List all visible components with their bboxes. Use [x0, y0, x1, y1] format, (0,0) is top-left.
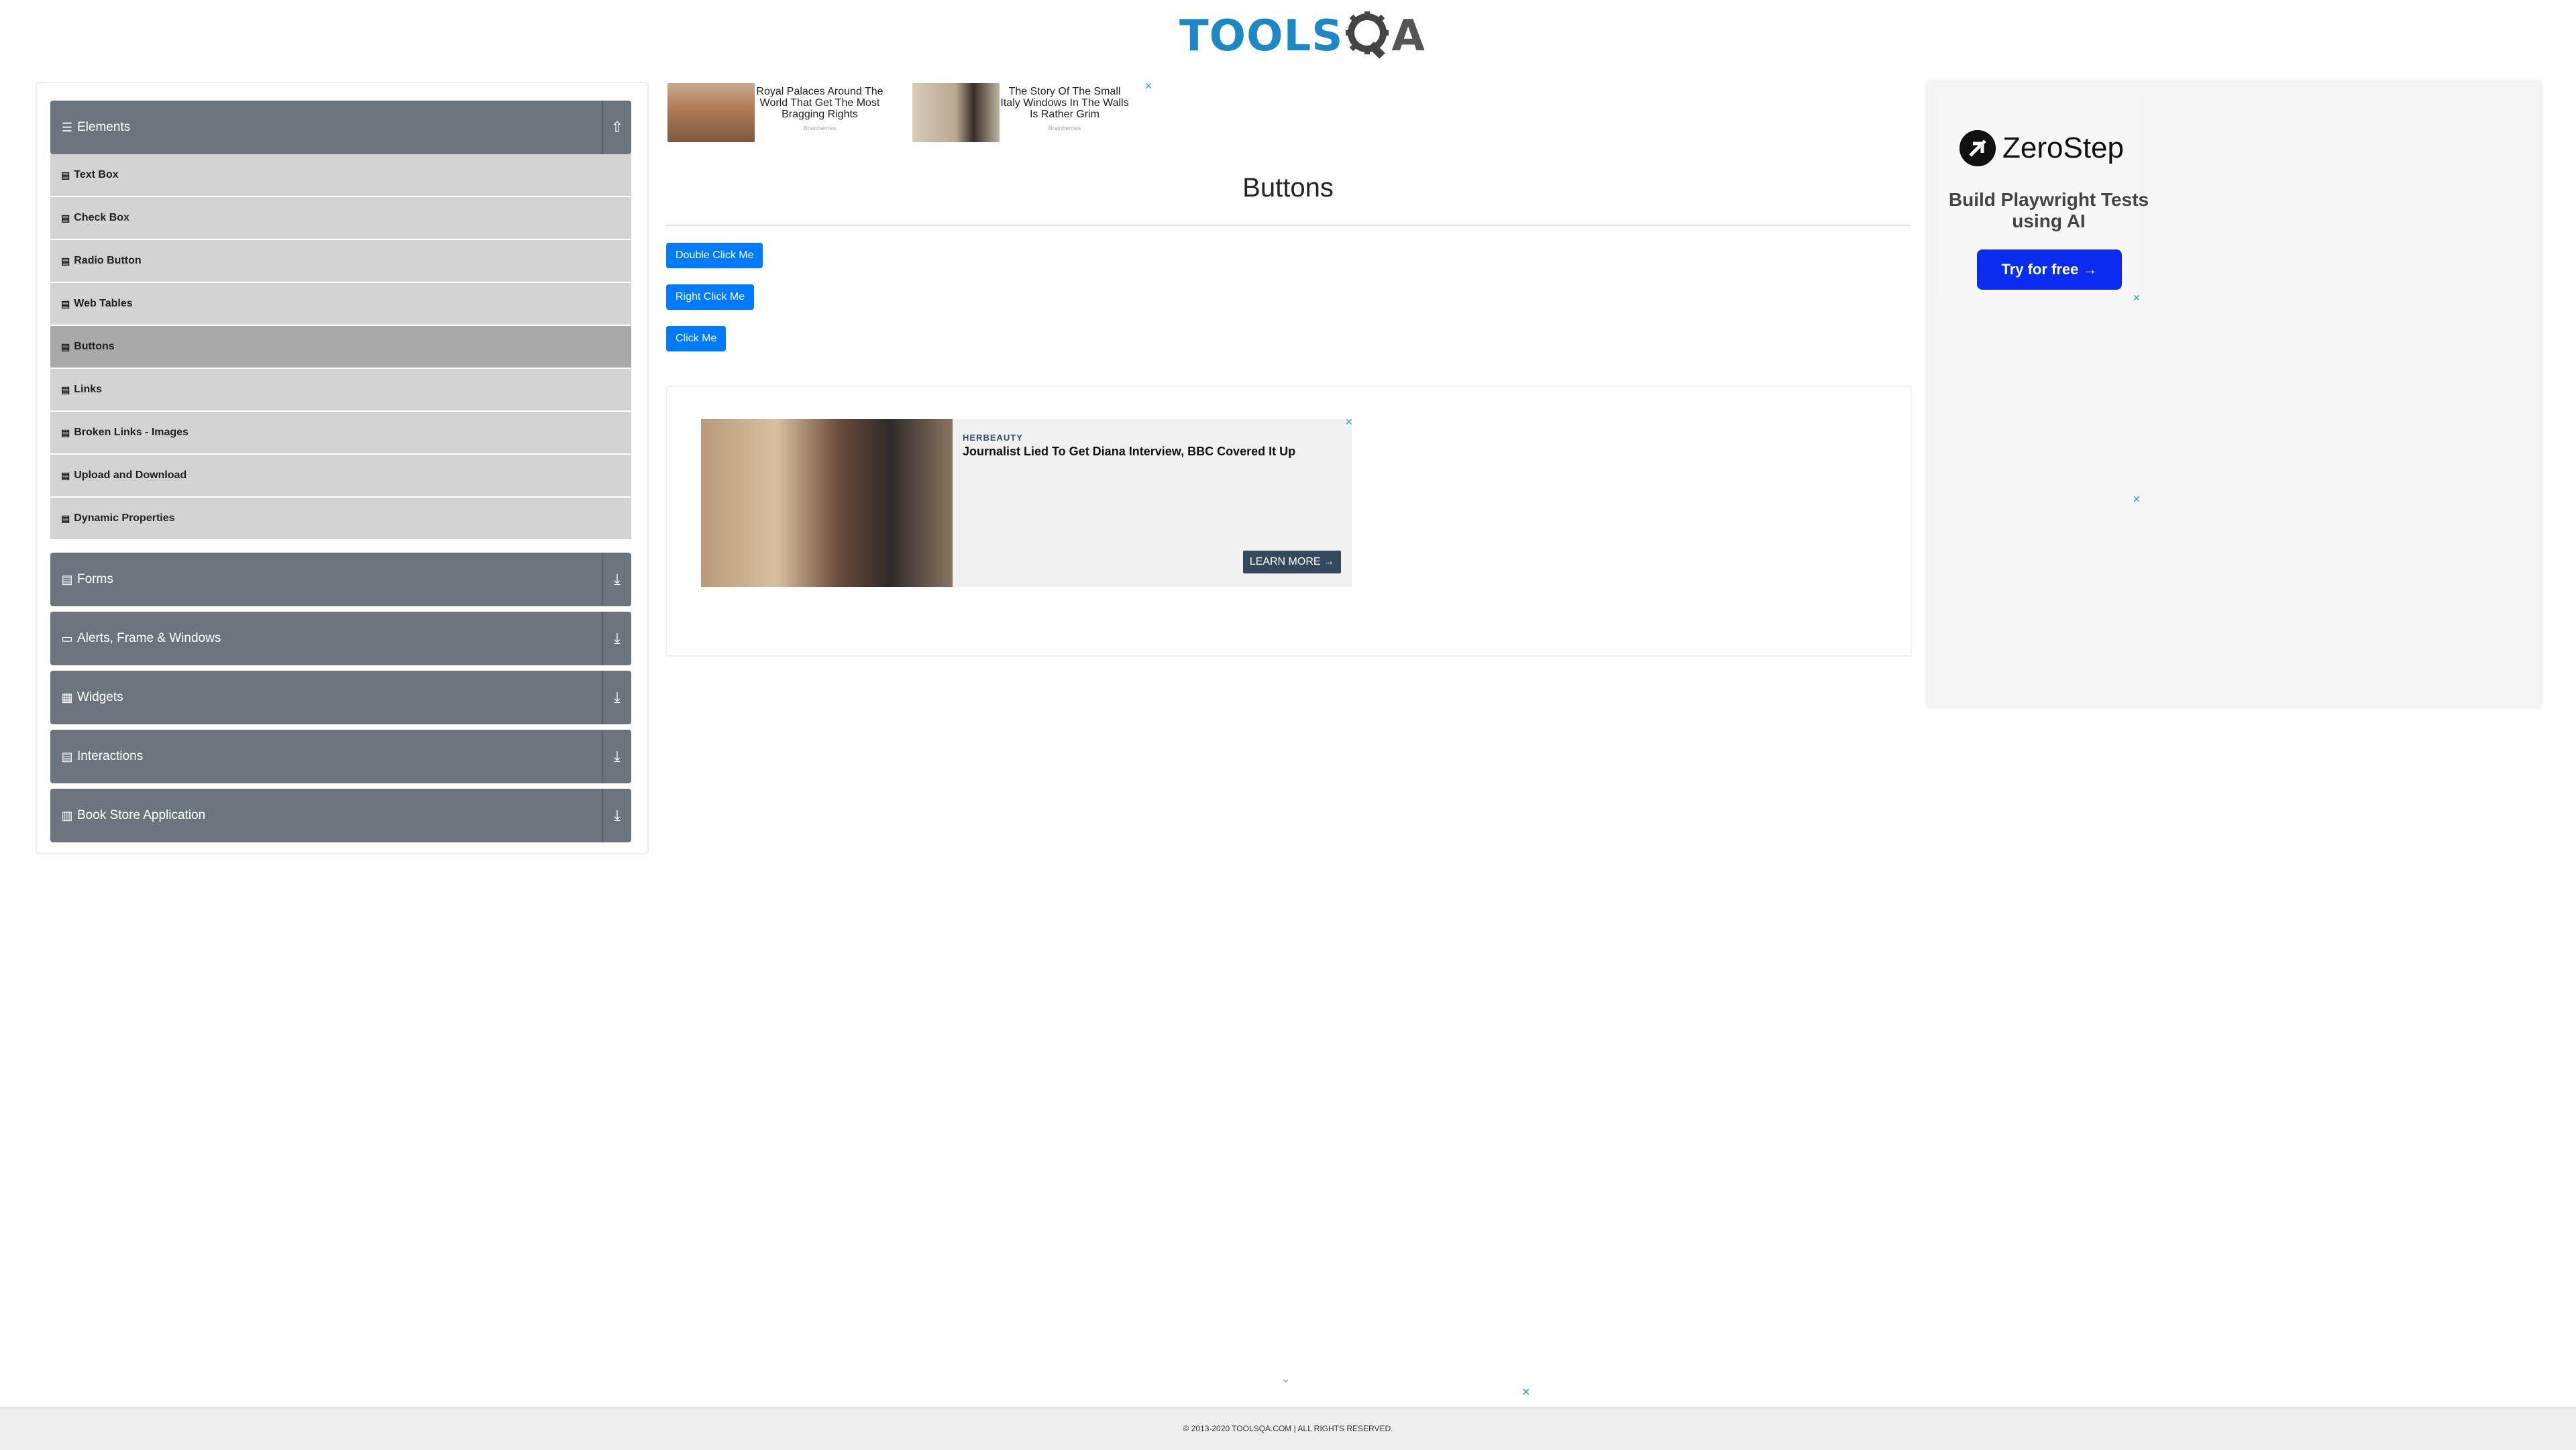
- ad-close-icon[interactable]: ✕: [1144, 80, 1152, 92]
- group-header[interactable]: ☰ Elements ⇧: [50, 101, 631, 154]
- group-elements[interactable]: ☰ Elements ⇧: [50, 101, 631, 154]
- ad-brand: HERBEAUTY: [963, 433, 1023, 443]
- ad-close-icon[interactable]: ✕: [1345, 416, 1353, 428]
- menu-item-web-tables[interactable]: ▤ Web Tables: [50, 283, 631, 325]
- group-title: Interactions: [77, 749, 144, 763]
- grid-icon: ▦: [61, 690, 73, 704]
- toolsqa-logo[interactable]: TOOLS A: [1179, 9, 1425, 63]
- ad-caption-text: The Story Of The Small Italy Windows In …: [1000, 86, 1129, 120]
- bookstore-icon: ▥: [61, 808, 73, 822]
- menu-item-label: Dynamic Properties: [74, 512, 175, 524]
- zerostep-logo: ZeroStep: [1960, 130, 2124, 166]
- menu-item-label: Links: [74, 384, 103, 395]
- menu-item-text-box[interactable]: ▤ Text Box: [50, 154, 631, 196]
- menu-item-upload-download[interactable]: ▤ Upload and Download: [50, 455, 631, 496]
- group-forms[interactable]: ▤ Forms ⤓: [50, 553, 631, 606]
- form-icon: ▤: [61, 572, 73, 586]
- menu-item-label: Broken Links - Images: [74, 427, 189, 438]
- ad-container: HERBEAUTY Journalist Lied To Get Diana I…: [666, 386, 1912, 657]
- hamburger-icon: ☰: [61, 120, 73, 134]
- menu-item-check-box[interactable]: ▤ Check Box: [50, 197, 631, 239]
- doc-icon: ▤: [61, 384, 70, 395]
- chevron-down-icon[interactable]: ⌄: [1281, 1372, 1290, 1386]
- zerostep-ad[interactable]: ZeroStep Build Playwright Tests using AI…: [1927, 82, 2540, 707]
- group-header[interactable]: ▦ Widgets ⤓: [50, 671, 631, 724]
- menu-item-buttons[interactable]: ▤ Buttons: [50, 326, 631, 368]
- zerostep-tagline: Build Playwright Tests using AI: [1948, 189, 2149, 231]
- ad-caption-text: Royal Palaces Around The World That Get …: [756, 86, 883, 120]
- menu-item-radio-button[interactable]: ▤ Radio Button: [50, 240, 631, 282]
- title-divider: [666, 225, 1910, 226]
- menu-item-dynamic-properties[interactable]: ▤ Dynamic Properties: [50, 498, 631, 539]
- expand-arrow-icon[interactable]: ⤓: [602, 612, 631, 665]
- expand-arrow-icon[interactable]: ⤓: [602, 730, 631, 783]
- collapse-arrow-icon[interactable]: ⇧: [602, 101, 631, 154]
- menu-item-label: Check Box: [74, 212, 129, 223]
- group-widgets[interactable]: ▦ Widgets ⤓: [50, 671, 631, 724]
- zerostep-logo-icon: [1960, 130, 1996, 166]
- click-me-button[interactable]: Click Me: [666, 326, 727, 351]
- ad-thumbnail-window: [912, 83, 1000, 142]
- ad-image: [701, 419, 953, 587]
- ad-source: Brainberries: [1048, 125, 1081, 131]
- zerostep-card: ZeroStep Build Playwright Tests using AI…: [1938, 95, 2149, 296]
- group-title: Forms: [77, 572, 113, 586]
- gear-q-icon: [1346, 11, 1390, 62]
- try-for-free-button[interactable]: Try for free →: [1977, 249, 2122, 290]
- group-title: Widgets: [77, 690, 123, 704]
- doc-icon: ▤: [61, 341, 70, 352]
- doc-icon: ▤: [61, 749, 73, 763]
- ad-thumbnail-palace: [667, 83, 755, 142]
- doc-icon: ▤: [61, 298, 70, 309]
- ad-caption: Royal Palaces Around The World That Get …: [755, 83, 885, 142]
- learn-more-button[interactable]: LEARN MORE →: [1242, 551, 1341, 573]
- menu-item-links[interactable]: ▤ Links: [50, 369, 631, 410]
- sponsored-ad-1[interactable]: Royal Palaces Around The World That Get …: [667, 83, 885, 142]
- ad-source: Brainberries: [803, 125, 837, 131]
- group-header[interactable]: ▭ Alerts, Frame & Windows ⤓: [50, 612, 631, 665]
- doc-icon: ▤: [61, 169, 70, 180]
- logo-text: TOOLS: [1179, 11, 1344, 61]
- left-nav-panel: ☰ Elements ⇧ ▤ Text Box ▤ Check Box ▤ Ra…: [36, 82, 649, 854]
- ad-headline: Journalist Lied To Get Diana Interview, …: [963, 445, 1296, 458]
- page-title: Buttons: [1242, 173, 1334, 203]
- herbeauty-ad[interactable]: HERBEAUTY Journalist Lied To Get Diana I…: [701, 419, 1352, 587]
- doc-icon: ▤: [61, 212, 70, 223]
- group-title: Alerts, Frame & Windows: [77, 631, 221, 645]
- double-click-button[interactable]: Double Click Me: [666, 243, 763, 268]
- group-interactions[interactable]: ▤ Interactions ⤓: [50, 730, 631, 783]
- elements-menu-list: ▤ Text Box ▤ Check Box ▤ Radio Button ▤ …: [50, 154, 631, 541]
- doc-icon: ▤: [61, 255, 70, 266]
- menu-item-label: Buttons: [74, 341, 115, 352]
- sponsored-ad-2[interactable]: The Story Of The Small Italy Windows In …: [912, 83, 1130, 142]
- doc-icon: ▤: [61, 427, 70, 438]
- footer: © 2013-2020 TOOLSQA.COM | ALL RIGHTS RES…: [0, 1407, 2576, 1450]
- expand-arrow-icon[interactable]: ⤓: [602, 553, 631, 606]
- ad-close-icon[interactable]: ✕: [2133, 292, 2141, 304]
- ad-close-icon[interactable]: ✕: [2133, 494, 2141, 505]
- zerostep-brand: ZeroStep: [2002, 131, 2124, 164]
- ad-caption: The Story Of The Small Italy Windows In …: [1000, 83, 1130, 142]
- doc-icon: ▤: [61, 512, 70, 524]
- group-header[interactable]: ▤ Interactions ⤓: [50, 730, 631, 783]
- group-header[interactable]: ▤ Forms ⤓: [50, 553, 631, 606]
- footer-copyright: © 2013-2020 TOOLSQA.COM | ALL RIGHTS RES…: [1183, 1424, 1393, 1433]
- expand-arrow-icon[interactable]: ⤓: [602, 789, 631, 842]
- window-icon: ▭: [61, 631, 73, 645]
- ad-close-icon[interactable]: ✕: [1521, 1386, 1530, 1399]
- group-header[interactable]: ▥ Book Store Application ⤓: [50, 789, 631, 842]
- doc-icon: ▤: [61, 469, 70, 481]
- menu-item-label: Web Tables: [74, 298, 133, 309]
- group-title: Elements: [77, 120, 131, 134]
- menu-item-label: Radio Button: [74, 255, 142, 266]
- menu-item-label: Upload and Download: [74, 469, 187, 481]
- expand-arrow-icon[interactable]: ⤓: [602, 671, 631, 724]
- group-book-store[interactable]: ▥ Book Store Application ⤓: [50, 789, 631, 842]
- group-alerts-frame-windows[interactable]: ▭ Alerts, Frame & Windows ⤓: [50, 612, 631, 665]
- menu-item-label: Text Box: [74, 169, 119, 180]
- group-title: Book Store Application: [77, 808, 206, 822]
- menu-item-broken-links[interactable]: ▤ Broken Links - Images: [50, 412, 631, 453]
- right-click-button[interactable]: Right Click Me: [666, 284, 755, 310]
- logo-suffix: A: [1391, 11, 1425, 61]
